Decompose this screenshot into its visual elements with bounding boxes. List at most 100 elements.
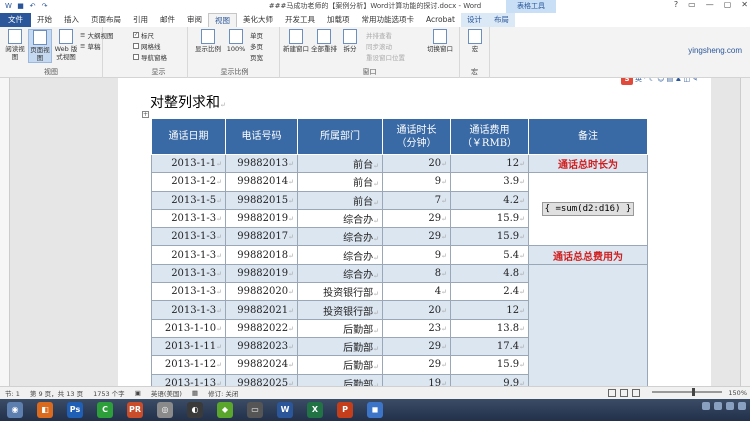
ime-mode[interactable]: 英: [635, 78, 642, 84]
volume-icon[interactable]: [738, 402, 746, 410]
language-indicator[interactable]: 英语(美国): [146, 388, 187, 398]
cell-cost[interactable]: 15.9↵: [450, 208, 529, 229]
web-layout-icon[interactable]: [632, 389, 640, 397]
table-move-handle-icon[interactable]: +: [142, 111, 149, 118]
multi-page-button[interactable]: 多页: [250, 41, 263, 51]
powerpoint-taskbar-icon[interactable]: P: [337, 402, 353, 418]
print-layout-icon[interactable]: [620, 389, 628, 397]
cell-phone[interactable]: 99882020↵: [225, 282, 298, 302]
cell-date[interactable]: 2013-1-2↵: [151, 172, 226, 192]
sogou-ime-logo[interactable]: S: [621, 78, 633, 85]
app-icon[interactable]: ◧: [37, 402, 53, 418]
cell-date[interactable]: 2013-1-3↵: [151, 208, 226, 229]
switch-windows-button[interactable]: 切换窗口: [426, 29, 454, 53]
cell-date[interactable]: 2013-1-11↵: [151, 336, 226, 357]
close-icon[interactable]: ✕: [741, 0, 748, 9]
tab-developer[interactable]: 开发工具: [279, 13, 321, 27]
cell-duration[interactable]: 19↵: [382, 373, 451, 386]
ribbon-display-icon[interactable]: ▭: [688, 0, 696, 9]
nav-pane-checkbox[interactable]: 导航窗格: [133, 52, 167, 62]
start-button-icon[interactable]: ◉: [7, 402, 23, 418]
table-row[interactable]: 2013-1-2↵ 99882014↵ 前台↵ 9↵ 3.9↵ { =sum(d2:d16…: [151, 172, 648, 247]
diamond-app-icon[interactable]: ◆: [217, 402, 233, 418]
cell-department[interactable]: 前台↵: [297, 172, 383, 192]
tab-table-design[interactable]: 设计: [460, 13, 488, 27]
table-row[interactable]: 2013-1-3↵ 99882018↵ 综合办↵ 9↵ 5.4↵ 通话总总费用为: [151, 245, 648, 265]
tab-table-layout[interactable]: 布局: [487, 13, 515, 27]
cell-phone[interactable]: 99882019↵: [225, 263, 298, 284]
cell-cost[interactable]: 12↵: [450, 153, 529, 174]
cell-date[interactable]: 2013-1-1↵: [151, 153, 226, 174]
tab-common-functions[interactable]: 常用功能选项卡: [356, 13, 421, 27]
cell-cost[interactable]: 3.9↵: [450, 172, 529, 192]
cell-date[interactable]: 2013-1-3↵: [151, 245, 226, 265]
word-count[interactable]: 1753 个字: [88, 388, 130, 398]
cell-date[interactable]: 2013-1-12↵: [151, 355, 226, 375]
network-icon[interactable]: [726, 402, 734, 410]
cell-phone[interactable]: 99882017↵: [225, 227, 298, 247]
firefox-icon[interactable]: ◐: [187, 402, 203, 418]
green-app-icon[interactable]: C: [97, 402, 113, 418]
page-width-button[interactable]: 页宽: [250, 52, 263, 62]
tab-addins[interactable]: 加载项: [321, 13, 356, 27]
camera-app-icon[interactable]: ◎: [157, 402, 173, 418]
tab-review[interactable]: 审阅: [181, 13, 208, 27]
cell-phone[interactable]: 99882015↵: [225, 190, 298, 210]
one-page-button[interactable]: 单页: [250, 30, 263, 40]
cell-department[interactable]: 后勤部↵: [297, 373, 383, 386]
cell-department[interactable]: 后勤部↵: [297, 355, 383, 375]
cell-duration[interactable]: 29↵: [382, 227, 451, 247]
read-mode-button[interactable]: 阅读视图: [3, 29, 27, 61]
remark-total-duration-cell[interactable]: 通话总时长为: [528, 153, 648, 174]
gridlines-checkbox[interactable]: 网格线: [133, 41, 161, 51]
cell-department[interactable]: 前台↵: [297, 153, 383, 174]
tab-mailings[interactable]: 邮件: [154, 13, 181, 27]
call-records-table[interactable]: 通话日期 电话号码 所属部门 通话时长 （分钟） 通话费用 （￥RMB） 备注 …: [151, 118, 648, 386]
outline-button[interactable]: ≡ 大纲视图: [80, 30, 113, 40]
blue-app-icon[interactable]: ◼: [367, 402, 383, 418]
cell-date[interactable]: 2013-1-13↵: [151, 373, 226, 386]
tab-beautify[interactable]: 美化大师: [237, 13, 279, 27]
cell-duration[interactable]: 29↵: [382, 355, 451, 375]
cell-duration[interactable]: 23↵: [382, 318, 451, 338]
cell-department[interactable]: 投资银行部↵: [297, 300, 383, 320]
cell-cost[interactable]: 4.8↵: [450, 263, 529, 284]
cell-duration[interactable]: 20↵: [382, 300, 451, 320]
cell-cost[interactable]: 17.4↵: [450, 336, 529, 357]
section-indicator[interactable]: 节: 1: [0, 388, 25, 398]
cell-date[interactable]: 2013-1-3↵: [151, 300, 226, 320]
arrange-all-button[interactable]: 全部重排: [311, 29, 337, 53]
cell-department[interactable]: 综合办↵: [297, 263, 383, 284]
cell-date[interactable]: 2013-1-3↵: [151, 227, 226, 247]
sum-field-code[interactable]: { =sum(d2:d16) }: [541, 202, 635, 217]
split-button[interactable]: 拆分: [339, 29, 361, 53]
cell-phone[interactable]: 99882014↵: [225, 172, 298, 192]
tab-file[interactable]: 文件: [0, 13, 31, 27]
cell-duration[interactable]: 9↵: [382, 245, 451, 265]
cell-department[interactable]: 后勤部↵: [297, 318, 383, 338]
folder-icon[interactable]: ▭: [247, 402, 263, 418]
cell-duration[interactable]: 8↵: [382, 263, 451, 284]
cell-duration[interactable]: 9↵: [382, 172, 451, 192]
cell-date[interactable]: 2013-1-3↵: [151, 263, 226, 284]
vertical-scrollbar[interactable]: [740, 78, 750, 386]
proofing-icon[interactable]: ▣: [130, 389, 146, 397]
draft-button[interactable]: ≡ 草稿: [80, 41, 100, 51]
emoji-icon[interactable]: ☺: [657, 78, 664, 83]
zoom-slider[interactable]: [652, 388, 722, 396]
page[interactable]: S 英 ᐟ ☾ ☺ ▤ ♟ ◫ ✎ 对整列求和↵ + 通话日期 电话号码 所属部…: [118, 78, 711, 386]
macro-record-icon[interactable]: ▦: [187, 389, 203, 397]
zoom-slider-thumb[interactable]: [692, 388, 696, 396]
cell-cost[interactable]: 15.9↵: [450, 355, 529, 375]
tab-page-layout[interactable]: 页面布局: [85, 13, 127, 27]
cell-phone[interactable]: 99882024↵: [225, 355, 298, 375]
tab-insert[interactable]: 插入: [58, 13, 85, 27]
cell-cost[interactable]: 15.9↵: [450, 227, 529, 247]
cell-phone[interactable]: 99882022↵: [225, 318, 298, 338]
moon-icon[interactable]: ☾: [649, 78, 655, 83]
web-layout-button[interactable]: Web 版式视图: [53, 29, 79, 61]
tray-icon[interactable]: [702, 402, 710, 410]
page-indicator[interactable]: 第 9 页，共 13 页: [25, 388, 88, 398]
cell-duration[interactable]: 20↵: [382, 153, 451, 174]
cell-department[interactable]: 综合办↵: [297, 245, 383, 265]
